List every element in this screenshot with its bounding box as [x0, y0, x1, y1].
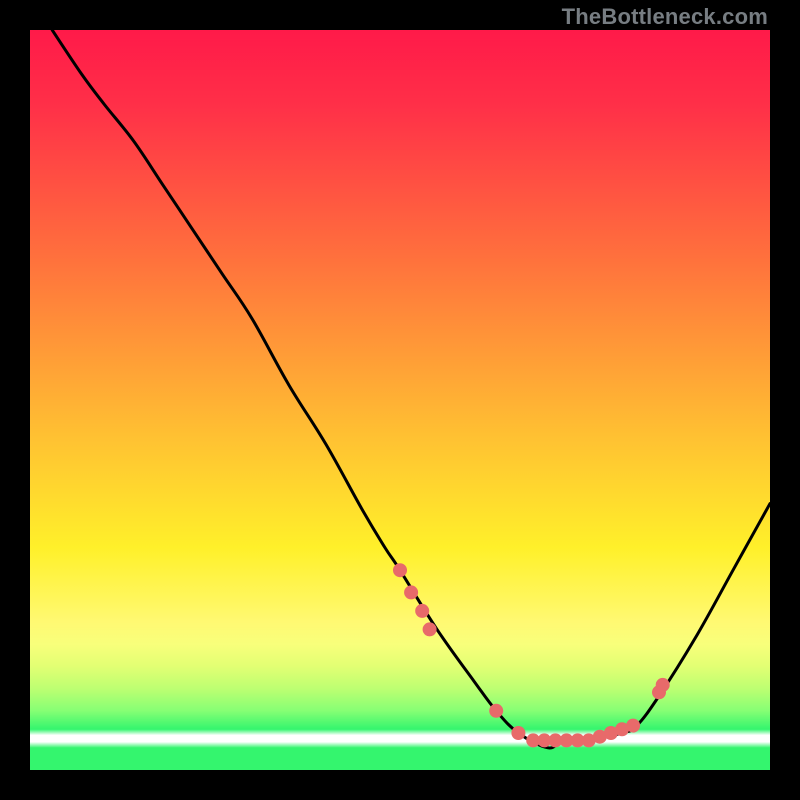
chart-container: TheBottleneck.com: [0, 0, 800, 800]
plot-area: [30, 30, 770, 770]
watermark-text: TheBottleneck.com: [562, 4, 768, 30]
